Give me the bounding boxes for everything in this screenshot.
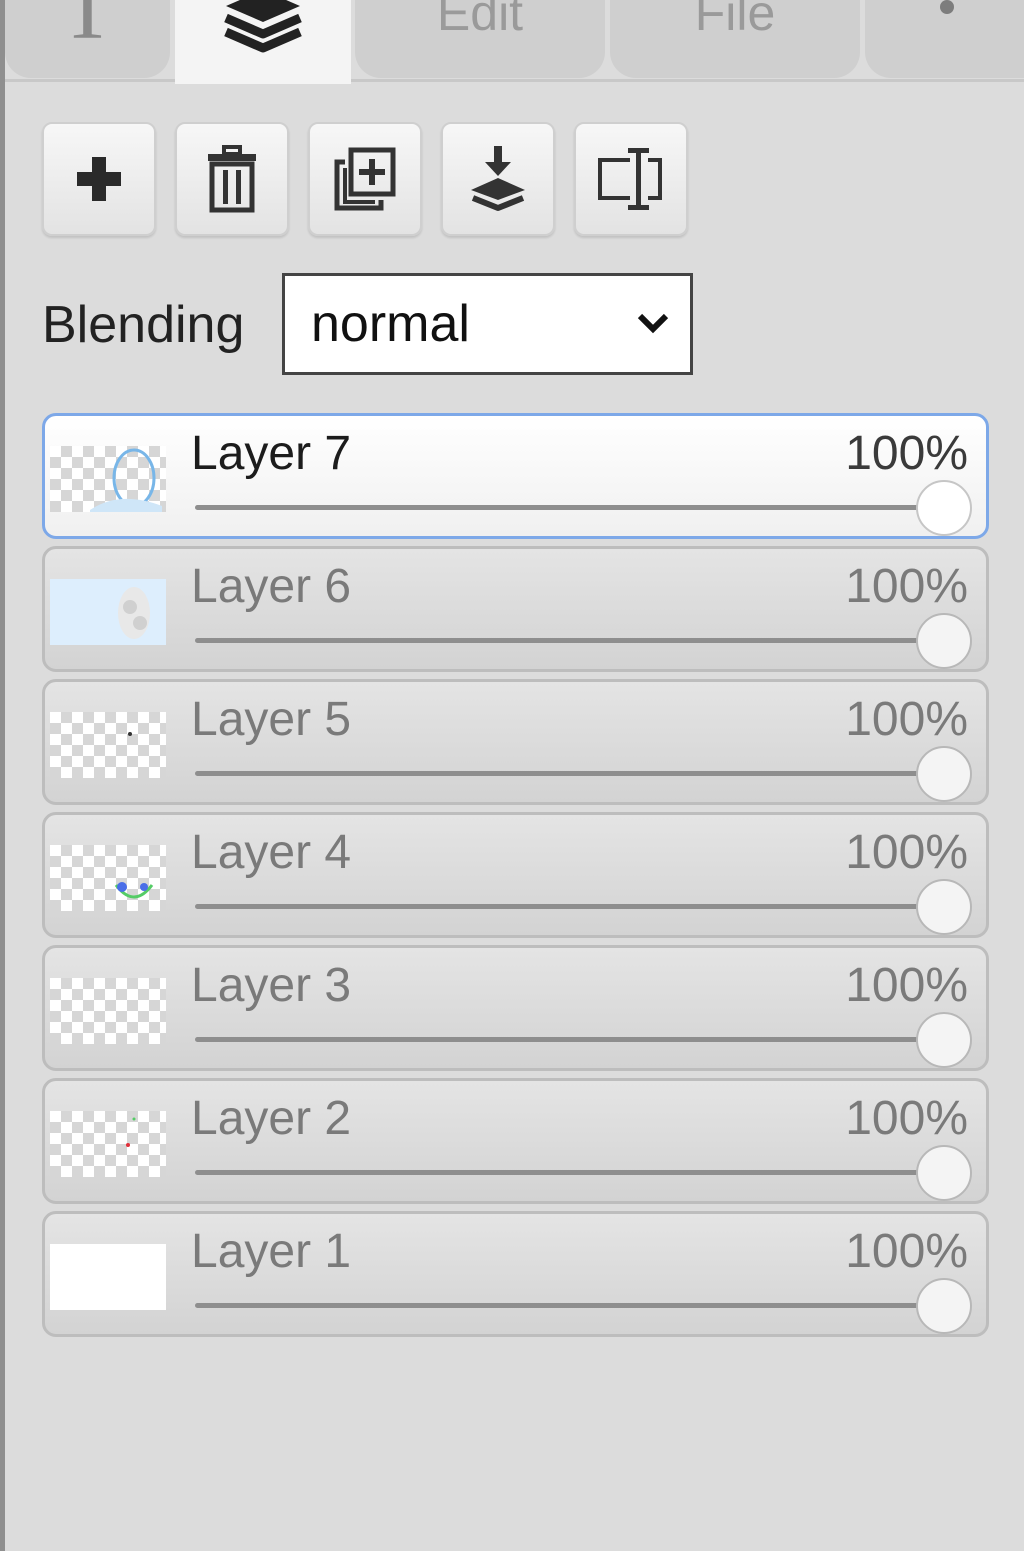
merge-down-button[interactable] [441, 122, 555, 236]
text-tool-icon: T [60, 0, 115, 58]
opacity-slider-handle[interactable] [916, 879, 972, 935]
opacity-slider-track[interactable] [195, 1303, 946, 1308]
panel-left-border [0, 0, 5, 1551]
layer-opacity-value: 100% [845, 959, 968, 1012]
layer-opacity-value: 100% [845, 427, 968, 480]
tab-edit[interactable]: Edit [355, 0, 605, 78]
opacity-slider-handle[interactable] [916, 1012, 972, 1068]
plus-icon [77, 157, 121, 201]
layer-name: Layer 7 [191, 427, 352, 480]
layer-thumbnail [50, 446, 166, 512]
opacity-slider-handle[interactable] [916, 1145, 972, 1201]
layer-name: Layer 2 [191, 1092, 352, 1145]
layer-name: Layer 5 [191, 693, 352, 746]
layer-opacity-value: 100% [845, 1092, 968, 1145]
opacity-slider-track[interactable] [195, 1170, 946, 1175]
delete-layer-button[interactable] [175, 122, 289, 236]
layer-row-6[interactable]: Layer 6 100% [42, 546, 989, 672]
layer-opacity-value: 100% [845, 1225, 968, 1278]
opacity-slider-handle[interactable] [916, 613, 972, 669]
layer-name: Layer 4 [191, 826, 352, 879]
add-layer-button[interactable] [42, 122, 156, 236]
tab-layers[interactable] [175, 0, 351, 84]
layer-thumbnail [50, 1111, 166, 1177]
layer-list: Layer 7 100% Layer 6 100% Layer 5 100% L… [42, 413, 989, 1344]
blending-label: Blending [42, 296, 245, 354]
rename-layer-button[interactable] [574, 122, 688, 236]
layer-row-2[interactable]: Layer 2 100% [42, 1078, 989, 1204]
layer-opacity-value: 100% [845, 693, 968, 746]
layer-toolbar [42, 122, 688, 236]
rename-icon [598, 148, 662, 210]
layer-name: Layer 3 [191, 959, 352, 1012]
tab-bar: T Edit File [5, 0, 1024, 84]
layer-name: Layer 6 [191, 560, 352, 613]
layer-thumbnail [50, 845, 166, 911]
opacity-slider-handle[interactable] [916, 746, 972, 802]
trash-icon [208, 145, 256, 213]
blending-mode-value: normal [311, 295, 470, 353]
opacity-slider-track[interactable] [195, 771, 946, 776]
chevron-down-icon [637, 313, 669, 334]
layer-opacity-value: 100% [845, 560, 968, 613]
opacity-slider-handle[interactable] [916, 480, 972, 536]
layer-row-4[interactable]: Layer 4 100% [42, 812, 989, 938]
tab-edit-label: Edit [436, 0, 524, 41]
opacity-slider-track[interactable] [195, 1037, 946, 1042]
layer-row-1[interactable]: Layer 1 100% [42, 1211, 989, 1337]
more-menu-button[interactable] [865, 0, 1024, 78]
layer-row-7[interactable]: Layer 7 100% [42, 413, 989, 539]
more-vertical-icon [940, 0, 954, 42]
merge-down-icon [471, 146, 525, 211]
layer-thumbnail [50, 1244, 166, 1310]
duplicate-layer-button[interactable] [308, 122, 422, 236]
tab-file-label: File [694, 0, 776, 41]
layer-name: Layer 1 [191, 1225, 352, 1278]
layer-row-5[interactable]: Layer 5 100% [42, 679, 989, 805]
opacity-slider-handle[interactable] [916, 1278, 972, 1334]
opacity-slider-track[interactable] [195, 904, 946, 909]
opacity-slider-track[interactable] [195, 505, 946, 510]
layer-thumbnail [50, 579, 166, 645]
blending-mode-select[interactable]: normal [282, 273, 693, 375]
duplicate-icon [334, 147, 396, 211]
layer-thumbnail [50, 978, 166, 1044]
layer-opacity-value: 100% [845, 826, 968, 879]
layer-row-3[interactable]: Layer 3 100% [42, 945, 989, 1071]
layer-thumbnail [50, 712, 166, 778]
opacity-slider-track[interactable] [195, 638, 946, 643]
tab-file[interactable]: File [610, 0, 860, 78]
tab-text-tool[interactable]: T [5, 0, 170, 78]
layers-icon [224, 0, 302, 53]
